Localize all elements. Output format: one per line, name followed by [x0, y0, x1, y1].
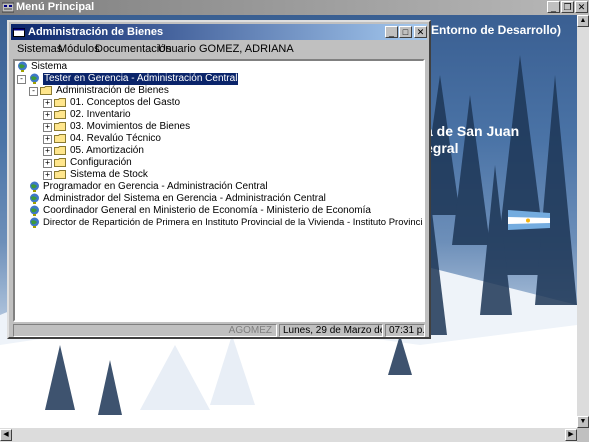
tree-module-label: Administración de Bienes	[56, 85, 169, 96]
environment-label: (Entorno de Desarrollo)	[427, 23, 562, 37]
tree-item[interactable]: + 03. Movimientos de Bienes	[43, 121, 413, 133]
expand-icon[interactable]: +	[43, 111, 52, 120]
folder-icon	[54, 146, 66, 155]
app-icon[interactable]	[2, 2, 14, 13]
tree-item[interactable]: + Sistema de Stock	[43, 169, 413, 181]
child-maximize-button[interactable]: □	[399, 26, 412, 38]
tree-node-role[interactable]: Director de Repartición de Primera en In…	[29, 217, 423, 229]
expand-icon[interactable]: +	[43, 159, 52, 168]
folder-icon	[54, 98, 66, 107]
globe-icon	[30, 73, 39, 84]
window-icon[interactable]	[13, 26, 25, 38]
tree-item-label: Sistema de Stock	[70, 169, 148, 180]
globe-icon	[18, 61, 27, 72]
child-close-button[interactable]: ✕	[414, 26, 427, 38]
expand-icon[interactable]: +	[43, 147, 52, 156]
vertical-scrollbar[interactable]: ▲ ▼	[577, 15, 589, 428]
folder-icon	[54, 170, 66, 179]
tree-node-role[interactable]: Programador en Gerencia - Administración…	[29, 181, 421, 193]
tree-item-label: Configuración	[70, 157, 132, 168]
tree-item-label: 04. Revalúo Técnico	[70, 133, 161, 144]
expand-icon[interactable]: +	[43, 135, 52, 144]
tree-node-role[interactable]: Coordinador General en Ministerio de Eco…	[29, 205, 421, 217]
tree-item-label: 03. Movimientos de Bienes	[70, 121, 191, 132]
tree-item[interactable]: + Configuración	[43, 157, 413, 169]
tree-role-label: Administrador del Sistema en Gerencia - …	[43, 193, 326, 204]
main-window-title: Menú Principal	[16, 1, 95, 13]
tree-item-label: 02. Inventario	[70, 109, 131, 120]
expand-icon[interactable]: +	[43, 171, 52, 180]
tree-role-label: Director de Repartición de Primera en In…	[43, 217, 423, 228]
menu-bar: Sistemas Módulos Documentación Usuario G…	[11, 41, 427, 58]
expand-icon[interactable]: +	[43, 99, 52, 108]
scroll-left-icon[interactable]: ◀	[0, 429, 12, 441]
folder-icon	[54, 158, 66, 167]
menu-modulos[interactable]: Módulos	[58, 43, 100, 55]
restore-button[interactable]: ❐	[561, 1, 574, 13]
child-minimize-button[interactable]: _	[385, 26, 398, 38]
collapse-icon[interactable]: -	[17, 75, 26, 84]
banner-line-1: a de San Juan	[425, 123, 520, 139]
main-title-bar: Menú Principal _ ❐ ✕	[0, 0, 589, 15]
tree-role-label: Programador en Gerencia - Administración…	[43, 181, 268, 192]
tree-item-label: 05. Amortización	[70, 145, 144, 156]
tree-root-label: Sistema	[31, 61, 68, 72]
globe-icon	[30, 181, 39, 192]
scroll-right-icon[interactable]: ▶	[565, 429, 577, 441]
child-title-bar: Administración de Bienes _ □ ✕	[11, 24, 427, 40]
status-date: Lunes, 29 de Marzo de 2004	[279, 324, 383, 337]
tree-node-role[interactable]: - Tester en Gerencia - Administración Ce…	[17, 72, 421, 86]
close-button[interactable]: ✕	[575, 1, 588, 13]
menu-usuario[interactable]: Usuario GOMEZ, ADRIANA	[158, 43, 294, 55]
collapse-icon[interactable]: -	[29, 87, 38, 96]
folder-icon	[54, 134, 66, 143]
scroll-corner	[577, 428, 589, 442]
status-time: 07:31 p.m.	[385, 324, 425, 337]
tree-item[interactable]: + 05. Amortización	[43, 145, 413, 157]
status-user: AGOMEZ	[13, 324, 277, 337]
administracion-window: Administración de Bienes _ □ ✕ Sistemas …	[7, 20, 431, 339]
expand-icon[interactable]: +	[43, 123, 52, 132]
folder-open-icon	[40, 86, 52, 95]
tree-item-label: 01. Conceptos del Gasto	[70, 97, 181, 108]
globe-icon	[30, 217, 39, 228]
folder-icon	[54, 122, 66, 131]
flag-icon	[508, 210, 550, 230]
folder-icon	[54, 110, 66, 119]
tree-node-module[interactable]: - Administración de Bienes	[29, 85, 419, 97]
system-tree[interactable]: Sistema - Tester en Gerencia - Administr…	[13, 59, 425, 322]
tree-root[interactable]: Sistema	[17, 61, 421, 73]
scroll-down-icon[interactable]: ▼	[577, 416, 589, 428]
child-window-title: Administración de Bienes	[28, 26, 164, 38]
tree-item[interactable]: + 04. Revalúo Técnico	[43, 133, 413, 145]
globe-icon	[30, 193, 39, 204]
scroll-up-icon[interactable]: ▲	[577, 15, 589, 27]
status-bar: AGOMEZ Lunes, 29 de Marzo de 2004 07:31 …	[13, 324, 425, 337]
tree-item[interactable]: + 01. Conceptos del Gasto	[43, 97, 413, 109]
tree-role-label: Tester en Gerencia - Administración Cent…	[41, 72, 240, 86]
tree-role-label: Coordinador General en Ministerio de Eco…	[43, 205, 371, 216]
tree-node-role[interactable]: Administrador del Sistema en Gerencia - …	[29, 193, 421, 205]
tree-item[interactable]: + 02. Inventario	[43, 109, 413, 121]
globe-icon	[30, 205, 39, 216]
menu-sistemas[interactable]: Sistemas	[17, 43, 62, 55]
minimize-button[interactable]: _	[547, 1, 560, 13]
horizontal-scrollbar[interactable]: ◀ ▶	[0, 428, 577, 442]
